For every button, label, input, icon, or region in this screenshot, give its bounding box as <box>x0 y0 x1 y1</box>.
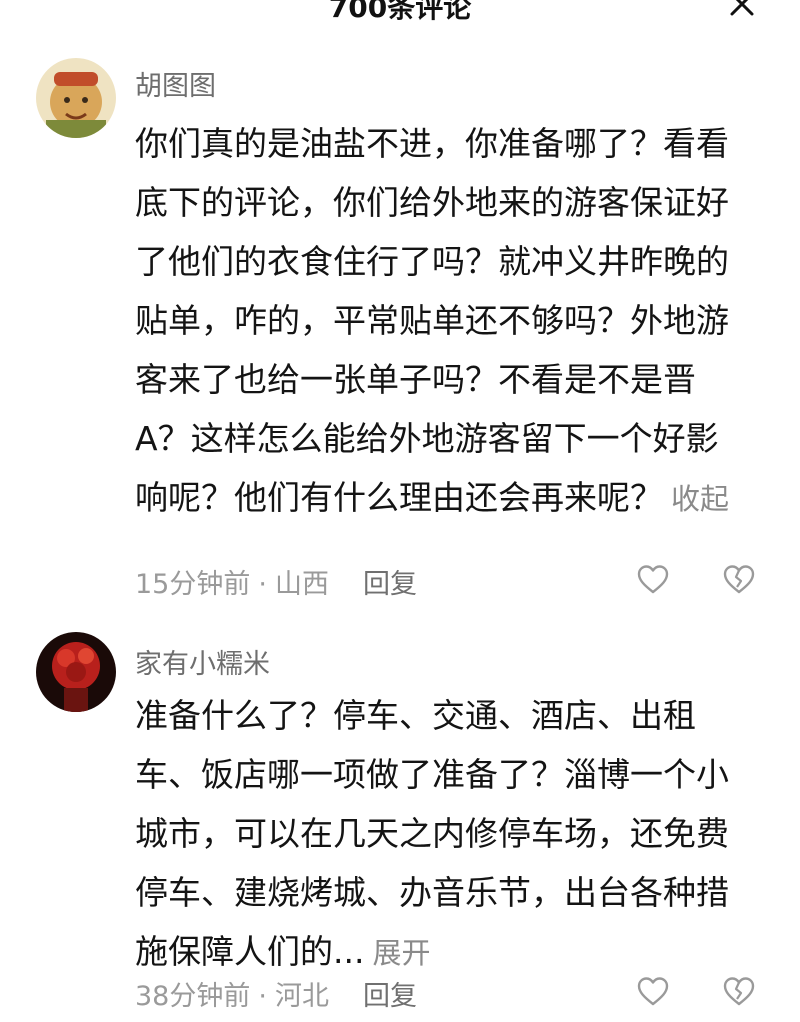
comment-username[interactable]: 胡图图 <box>135 64 216 103</box>
comment-text-block: 准备什么了？停车、交通、酒店、出租车、饭店哪一项做了准备了？淄博一个小城市，可以… <box>135 686 747 983</box>
broken-heart-icon[interactable] <box>722 563 756 597</box>
comment-text: 你们真的是油盐不进，你准备哪了？看看底下的评论，你们给外地来的游客保证好了他们的… <box>135 124 729 517</box>
collapse-link[interactable]: 收起 <box>671 482 729 516</box>
comment-item: 胡图图 你们真的是油盐不进，你准备哪了？看看底下的评论，你们给外地来的游客保证好… <box>0 58 800 618</box>
heart-icon[interactable] <box>636 563 670 597</box>
comment-location: 山西 <box>274 569 329 600</box>
comment-time: 15分钟前 <box>135 569 251 600</box>
meta-separator: · <box>258 569 267 600</box>
broken-heart-icon[interactable] <box>722 975 756 1009</box>
close-icon <box>730 0 754 16</box>
expand-link[interactable]: 展开 <box>372 936 430 970</box>
comment-time: 38分钟前 <box>135 981 251 1012</box>
avatar-image <box>36 58 116 138</box>
comment-meta: 15分钟前 · 山西 回复 <box>135 562 417 601</box>
avatar[interactable] <box>36 632 116 712</box>
comment-username[interactable]: 家有小糯米 <box>135 642 270 681</box>
reply-button[interactable]: 回复 <box>363 569 417 600</box>
comment-meta: 38分钟前 · 河北 回复 <box>135 974 417 1013</box>
comment-item: 家有小糯米 准备什么了？停车、交通、酒店、出租车、饭店哪一项做了准备了？淄博一个… <box>0 632 800 1022</box>
meta-separator: · <box>258 981 267 1012</box>
reply-button[interactable]: 回复 <box>363 981 417 1012</box>
comments-count-title: 700条评论 <box>328 0 472 24</box>
comment-location: 河北 <box>274 981 329 1012</box>
avatar[interactable] <box>36 58 116 138</box>
avatar-image <box>36 632 116 712</box>
close-button[interactable] <box>724 0 760 22</box>
comments-header: 700条评论 <box>0 0 800 26</box>
comment-text-block: 你们真的是油盐不进，你准备哪了？看看底下的评论，你们给外地来的游客保证好了他们的… <box>135 114 747 529</box>
heart-icon[interactable] <box>636 975 670 1009</box>
comment-text: 准备什么了？停车、交通、酒店、出租车、饭店哪一项做了准备了？淄博一个小城市，可以… <box>135 696 729 971</box>
